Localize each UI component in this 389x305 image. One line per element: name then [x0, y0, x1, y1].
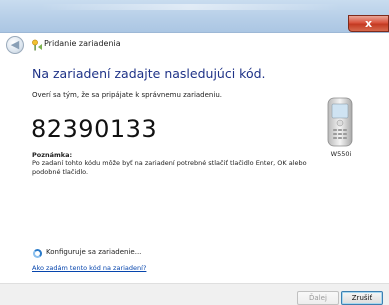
page-heading: Na zariadení zadajte nasledujúci kód.	[32, 66, 266, 81]
busy-spinner-icon	[33, 249, 42, 258]
mobile-phone-icon	[325, 97, 355, 147]
back-button[interactable]: ◀	[6, 36, 24, 54]
cancel-button[interactable]: Zrušiť	[341, 291, 383, 305]
add-device-icon	[30, 37, 44, 51]
title-bar: x	[0, 0, 389, 33]
progress-status-text: Konfiguruje sa zariadenie...	[46, 248, 142, 256]
help-link[interactable]: Ako zadám tento kód na zariadení?	[32, 264, 146, 272]
device-name-label: W550i	[330, 150, 352, 158]
pairing-code: 82390133	[31, 115, 158, 143]
note-label: Poznámka:	[32, 151, 73, 159]
title-bar-glass	[40, 4, 340, 10]
note-text: Po zadaní tohto kódu môže byť na zariade…	[32, 159, 307, 176]
wizard-title: Pridanie zariadenia	[44, 39, 121, 48]
instruction-text: Overí sa tým, že sa pripájate k správnem…	[32, 91, 222, 99]
add-device-window: x ◀ Pridanie zariadenia Na zariadení zad…	[0, 0, 389, 305]
close-button[interactable]: x	[348, 15, 389, 32]
next-button[interactable]: Ďalej	[297, 291, 339, 305]
